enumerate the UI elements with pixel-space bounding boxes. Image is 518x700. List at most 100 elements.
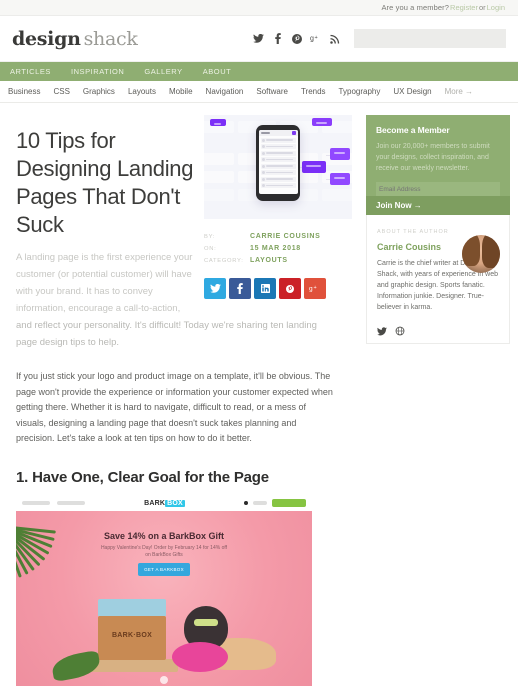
twitter-icon[interactable]: [377, 323, 387, 336]
nav-item-articles[interactable]: ARTICLES: [8, 67, 53, 80]
topbar-or: or: [478, 3, 486, 12]
barkbox-headline: Save 14% on a BarkBox Gift: [103, 530, 225, 541]
login-link[interactable]: Login: [487, 3, 505, 12]
member-prompt: Are you a member?: [381, 3, 450, 12]
pinterest-share-button[interactable]: [279, 278, 301, 299]
article-lede: A landing page is the first experience y…: [16, 252, 193, 314]
meta-row-date: ON: 15 MAR 2018: [204, 245, 352, 252]
page-title: 10 Tips for Designing Landing Pages That…: [16, 128, 194, 237]
subnav-item-business[interactable]: Business: [8, 87, 40, 96]
twitter-share-button[interactable]: [204, 278, 226, 299]
meta-value-category[interactable]: LAYOUTS: [250, 257, 288, 264]
masthead: design shack g +: [0, 16, 518, 62]
subnav-item-trends[interactable]: Trends: [301, 87, 326, 96]
barkbox-hero: Save 14% on a BarkBox Gift Happy Valenti…: [16, 510, 312, 686]
svg-text:+: +: [315, 35, 318, 41]
article-body: If you just stick your logo and product …: [16, 371, 333, 443]
phone-app-bar: [258, 130, 298, 136]
meta-value-author[interactable]: CARRIE COUSINS: [250, 233, 320, 240]
barkbox-nav-left: [22, 501, 85, 505]
googleplus-icon[interactable]: g +: [310, 33, 321, 44]
flow-node-e: [330, 173, 350, 185]
primary-nav: ARTICLES INSPIRATION GALLERY ABOUT: [0, 62, 518, 81]
article-header-media: BY: CARRIE COUSINS ON: 15 MAR 2018 CATEG…: [204, 115, 352, 317]
subnav-item-ux-design[interactable]: UX Design: [393, 87, 431, 96]
svg-text:g: g: [309, 286, 313, 293]
avatar: [462, 235, 500, 273]
site-logo[interactable]: design shack: [12, 28, 138, 50]
rss-icon[interactable]: [329, 33, 340, 44]
twitter-icon[interactable]: [253, 33, 264, 44]
section-heading-1: 1. Have One, Clear Goal for the Page: [16, 468, 269, 486]
subnav-item-layouts[interactable]: Layouts: [128, 87, 156, 96]
meta-row-author: BY: CARRIE COUSINS: [204, 233, 352, 240]
subnav-item-navigation[interactable]: Navigation: [206, 87, 244, 96]
barkbox-nav-link-1: [22, 501, 50, 505]
wood-plank-prop: [88, 658, 178, 672]
facebook-share-button[interactable]: [229, 278, 251, 299]
subnav-item-software[interactable]: Software: [256, 87, 288, 96]
barkbox-box-contents: [98, 598, 166, 616]
meta-value-date: 15 MAR 2018: [250, 245, 301, 252]
member-topbar: Are you a member? Register or Login: [0, 0, 518, 16]
flow-node-c: [302, 161, 326, 173]
subnav-item-graphics[interactable]: Graphics: [83, 87, 115, 96]
nav-item-inspiration[interactable]: INSPIRATION: [69, 67, 126, 76]
main-column: 10 Tips for Designing Landing Pages That…: [8, 103, 366, 686]
secondary-nav: Business CSS Graphics Layouts Mobile Nav…: [0, 81, 518, 103]
become-member-card: Become a Member Join our 20,000+ members…: [366, 115, 510, 215]
barkbox-logo-b: BOX: [165, 499, 185, 507]
flower-lei-prop: [172, 641, 228, 672]
nav-item-gallery[interactable]: GALLERY: [142, 67, 184, 76]
barkbox-login-link: [253, 501, 267, 505]
barkbox-nav-link-2: [57, 501, 85, 505]
sidebar: Become a Member Join our 20,000+ members…: [366, 103, 510, 686]
article-header-text: 10 Tips for Designing Landing Pages That…: [8, 115, 204, 317]
svg-text:+: +: [314, 285, 317, 291]
logo-secondary: shack: [83, 27, 138, 50]
email-input[interactable]: [376, 182, 500, 196]
linkedin-share-button[interactable]: [254, 278, 276, 299]
author-card-wrap: ABOUT THE AUTHOR Carrie Cousins Carrie i…: [366, 215, 510, 344]
barkbox-nav-right: [244, 499, 306, 507]
header-social-list: g +: [253, 33, 340, 44]
barkbox-subtext: Happy Valentine's Day! Order by February…: [100, 544, 228, 558]
globe-icon[interactable]: [395, 323, 405, 336]
meta-row-category: CATEGORY: LAYOUTS: [204, 257, 352, 264]
dog-sunglasses: [194, 618, 218, 626]
article-meta: BY: CARRIE COUSINS ON: 15 MAR 2018 CATEG…: [204, 219, 352, 299]
pinterest-icon[interactable]: [291, 33, 302, 44]
barkbox-nav: BARK BOX: [16, 495, 312, 511]
register-link[interactable]: Register: [450, 3, 478, 12]
member-card-title: Become a Member: [376, 125, 450, 135]
barkbox-logo: BARK BOX: [144, 499, 185, 507]
barkbox-product-box: BARK·BOX: [98, 598, 166, 660]
subnav-more-link[interactable]: More →: [445, 87, 473, 96]
join-now-button[interactable]: Join Now →: [366, 196, 510, 215]
search-input[interactable]: [354, 29, 506, 48]
barkbox-box-label: BARK·BOX: [111, 631, 153, 639]
barkbox-hero-button: GET A BARKBOX: [138, 562, 190, 576]
phone-mockup: [256, 125, 300, 201]
cart-icon: [244, 501, 248, 505]
flow-node-d: [330, 148, 350, 160]
subnav-item-css[interactable]: CSS: [53, 87, 69, 96]
author-social-list: [377, 313, 499, 336]
content-area: 10 Tips for Designing Landing Pages That…: [0, 103, 518, 686]
subnav-item-mobile[interactable]: Mobile: [169, 87, 193, 96]
article-lede-continued: and reflect your personality. It's diffi…: [16, 320, 317, 348]
facebook-icon[interactable]: [272, 33, 283, 44]
barkbox-cta-button: [272, 499, 306, 507]
googleplus-share-button[interactable]: g +: [304, 278, 326, 299]
meta-key-on: ON:: [204, 246, 217, 252]
svg-text:g: g: [310, 36, 314, 43]
subnav-item-typography[interactable]: Typography: [339, 87, 381, 96]
barkbox-figure: BARK BOX Save 14% on a BarkBox Gift Happ…: [16, 495, 312, 686]
logo-primary: design: [12, 27, 81, 50]
barkbox-logo-a: BARK: [144, 499, 166, 507]
flow-node-b: [312, 118, 332, 126]
share-buttons: g +: [204, 269, 352, 299]
nav-item-about[interactable]: ABOUT: [201, 67, 234, 76]
article-header: 10 Tips for Designing Landing Pages That…: [8, 103, 358, 317]
masthead-right: g +: [253, 29, 506, 48]
